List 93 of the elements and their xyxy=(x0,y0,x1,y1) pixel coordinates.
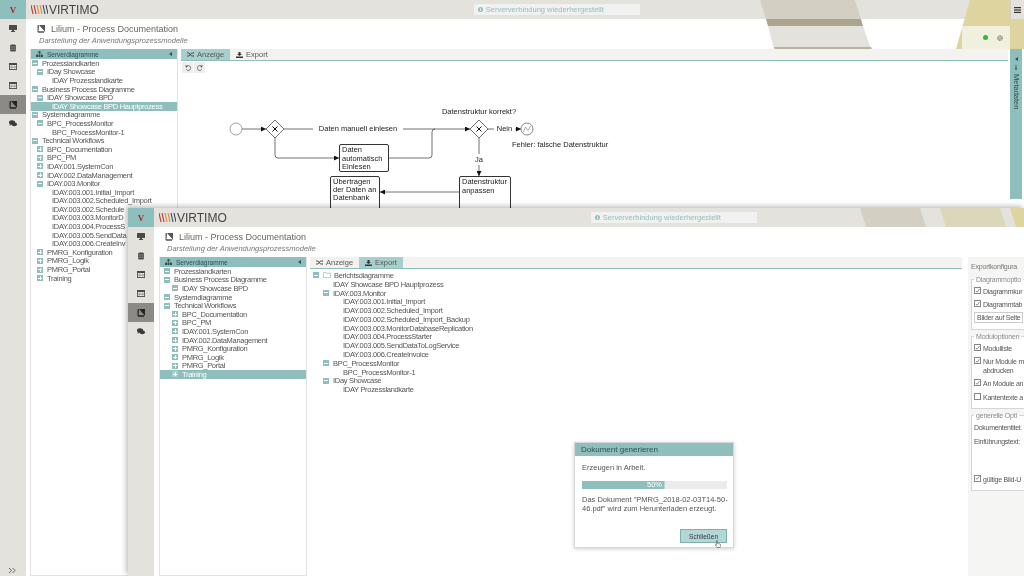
book-icon xyxy=(165,232,173,241)
expand-icon[interactable] xyxy=(172,311,178,318)
book-icon xyxy=(37,24,45,33)
collapse-panel-icon[interactable] xyxy=(169,52,172,56)
table-icon xyxy=(9,82,17,89)
collapse-icon[interactable] xyxy=(164,294,170,301)
book-icon xyxy=(137,308,145,317)
monitor-icon xyxy=(137,233,145,240)
connector-line xyxy=(478,137,480,155)
collapse-icon[interactable] xyxy=(164,276,170,283)
download-icon xyxy=(365,259,373,266)
table-icon xyxy=(137,290,145,297)
chat-icon xyxy=(137,328,145,335)
expand-icon[interactable] xyxy=(37,172,43,178)
expand-icon[interactable] xyxy=(37,249,43,256)
sidebar-item[interactable] xyxy=(128,303,154,322)
monitor-icon xyxy=(9,25,17,32)
undo-button[interactable] xyxy=(182,62,193,73)
shuffle-icon xyxy=(187,52,194,57)
collapse-icon[interactable] xyxy=(164,268,170,275)
dialog-title: Dokument generieren xyxy=(575,443,733,456)
collapse-icon[interactable] xyxy=(37,68,43,75)
menu-icon xyxy=(1014,6,1021,13)
info-icon xyxy=(594,215,600,220)
expand-icon[interactable] xyxy=(172,354,178,361)
shuffle-icon xyxy=(316,260,323,265)
table-icon xyxy=(137,271,145,278)
expand-icon[interactable] xyxy=(172,337,178,344)
connector-arrow xyxy=(514,126,522,132)
database-icon xyxy=(10,43,16,52)
error-end-event xyxy=(520,122,534,136)
sitemap-icon xyxy=(165,259,172,265)
collapse-icon[interactable] xyxy=(32,111,38,118)
checkbox[interactable] xyxy=(974,287,981,294)
expand-icon[interactable] xyxy=(172,328,178,335)
collapse-icon[interactable] xyxy=(37,120,43,127)
checkbox[interactable] xyxy=(974,300,981,308)
expand-icon[interactable] xyxy=(37,163,43,170)
caret-icon xyxy=(1014,57,1018,61)
connector-line xyxy=(283,128,314,130)
expand-icon[interactable] xyxy=(37,266,43,273)
undo-icon xyxy=(184,64,191,71)
checkbox[interactable] xyxy=(974,344,981,352)
folder-icon xyxy=(323,272,331,279)
database-icon xyxy=(138,251,144,260)
expand-icon[interactable] xyxy=(37,154,43,161)
collapse-icon[interactable] xyxy=(32,60,38,67)
download-icon xyxy=(236,51,244,58)
collapse-icon[interactable] xyxy=(172,285,178,292)
connector-line xyxy=(487,128,495,130)
collapse-panel-icon[interactable] xyxy=(298,260,301,264)
expand-icon[interactable] xyxy=(172,345,178,352)
expand-sidebar-icon[interactable] xyxy=(9,568,16,573)
table-icon xyxy=(9,63,17,70)
logo-stripes-icon xyxy=(159,213,176,222)
collapse-icon[interactable] xyxy=(32,137,38,144)
info-icon xyxy=(477,7,483,12)
expand-icon[interactable] xyxy=(37,146,43,153)
collapse-icon[interactable] xyxy=(323,290,329,296)
sidebar-item[interactable] xyxy=(0,95,26,114)
expand-icon[interactable] xyxy=(37,275,43,282)
collapse-icon[interactable] xyxy=(32,86,38,93)
collapse-icon[interactable] xyxy=(313,272,319,279)
settings-icon[interactable] xyxy=(997,34,1003,41)
page-title: Lilium - Process Documentation xyxy=(179,231,307,242)
collapse-icon[interactable] xyxy=(37,180,43,187)
checkbox[interactable] xyxy=(974,474,981,482)
app-badge: V xyxy=(128,208,154,227)
checkbox[interactable] xyxy=(974,379,981,387)
logo-text: VIRTIMO xyxy=(177,210,227,225)
logo-text: VIRTIMO xyxy=(49,2,99,17)
checkbox[interactable] xyxy=(974,392,981,400)
collapse-icon[interactable] xyxy=(37,94,43,101)
book-icon xyxy=(9,100,17,109)
expand-icon[interactable] xyxy=(172,371,178,378)
logo-stripes-icon xyxy=(31,5,48,14)
checkbox[interactable] xyxy=(974,357,981,365)
collapse-icon[interactable] xyxy=(323,377,329,384)
start-event xyxy=(229,122,243,136)
expand-icon[interactable] xyxy=(172,362,178,369)
app-badge: V xyxy=(0,0,26,19)
expand-icon[interactable] xyxy=(172,319,178,326)
gateway-shape xyxy=(265,119,285,139)
menu-button[interactable] xyxy=(1010,0,1024,19)
expand-icon[interactable] xyxy=(37,257,43,264)
gateway-shape xyxy=(469,119,489,139)
collapse-icon[interactable] xyxy=(323,360,329,367)
redo-icon xyxy=(196,64,203,71)
collapse-icon[interactable] xyxy=(164,302,170,309)
redo-button[interactable] xyxy=(194,62,205,73)
page-title: Lilium - Process Documentation xyxy=(51,23,179,34)
sitemap-icon xyxy=(36,51,43,57)
chat-icon xyxy=(9,120,17,127)
